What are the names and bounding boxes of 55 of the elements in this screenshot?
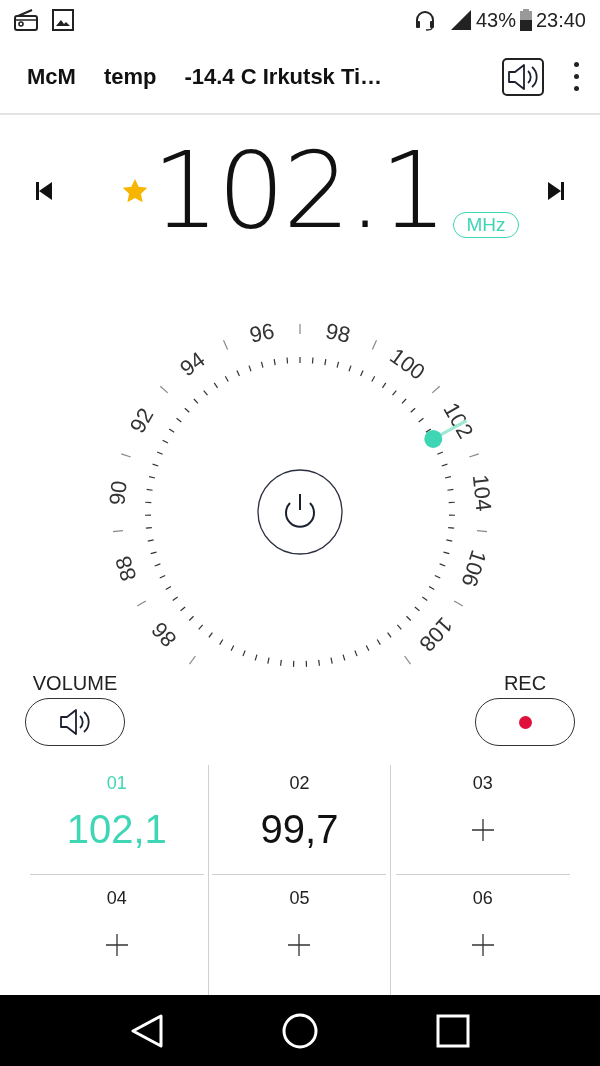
preset-slot[interactable]: 06 [395, 880, 570, 990]
volume-label: VOLUME [32, 671, 118, 696]
radio-icon [14, 9, 38, 31]
dial-label: 92 [124, 403, 159, 438]
toolbar-item[interactable]: temp [103, 60, 157, 93]
preset-slot[interactable]: 03 [395, 765, 570, 875]
preset-number: 01 [106, 772, 127, 795]
dial-label: 106 [456, 547, 492, 590]
headphones-icon [413, 9, 436, 31]
power-button[interactable] [257, 469, 343, 555]
preset-frequency: 102,1 [66, 806, 167, 853]
preset-number: 03 [472, 772, 493, 795]
dial-label: 100 [385, 343, 430, 385]
preset-slot[interactable]: 02 99,7 [212, 765, 387, 875]
skip-forward-icon [548, 181, 564, 200]
speaker-icon [58, 708, 92, 736]
battery-icon [519, 9, 532, 31]
star-icon[interactable] [122, 178, 148, 203]
dial-label: 94 [175, 346, 210, 382]
dial-label: 90 [104, 479, 132, 507]
preset-number: 06 [472, 887, 493, 910]
signal-icon [449, 9, 472, 31]
more-options-button[interactable] [572, 62, 580, 91]
frequency-display: 102.1 [152, 137, 446, 244]
image-icon [52, 9, 74, 31]
preset-number: 05 [289, 887, 310, 910]
preset-number: 02 [289, 772, 310, 795]
preset-slot[interactable]: 05 [212, 880, 387, 990]
battery-percent: 43% [475, 8, 516, 33]
speaker-output-button[interactable] [502, 57, 544, 96]
dial-label: 88 [110, 553, 142, 585]
home-icon [282, 1012, 318, 1049]
speaker-icon [506, 62, 540, 91]
recents-icon [436, 1013, 471, 1048]
add-icon [105, 934, 128, 956]
preset-frequency: 99,7 [260, 806, 339, 853]
dial-label: 86 [146, 617, 182, 652]
dial-label: 96 [247, 318, 277, 348]
dial-label: 108 [414, 612, 458, 657]
add-icon [471, 934, 494, 956]
record-icon [518, 715, 532, 729]
next-button[interactable] [546, 180, 566, 201]
back-icon [130, 1013, 163, 1048]
toolbar-item[interactable]: McM [27, 60, 76, 93]
previous-button[interactable] [34, 180, 54, 201]
preset-number: 04 [106, 887, 127, 910]
add-icon [288, 934, 311, 956]
rec-label: REC [503, 671, 547, 696]
preset-slot[interactable]: 04 [29, 880, 204, 990]
toolbar-item[interactable]: -14.4 C Irkutsk Ti… [184, 60, 383, 93]
dial-label: 98 [323, 318, 353, 348]
dial-label: 104 [467, 473, 497, 513]
skip-back-icon [36, 181, 52, 200]
add-icon [471, 819, 494, 841]
clock: 23:40 [535, 8, 586, 33]
